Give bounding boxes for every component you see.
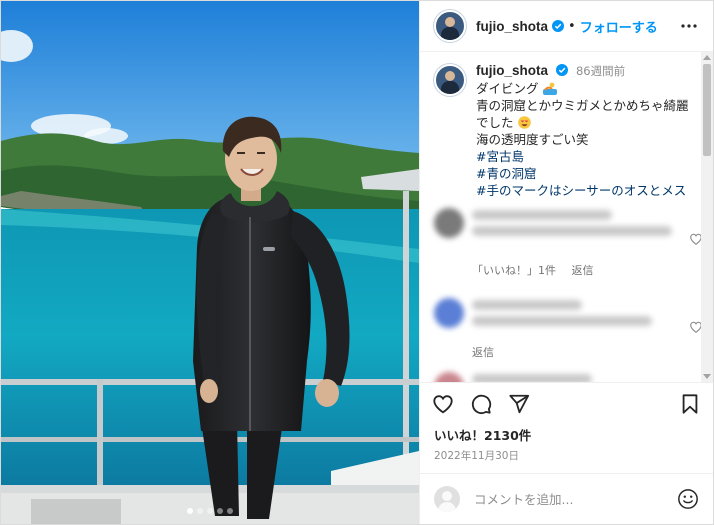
heart-icon[interactable] <box>432 393 454 415</box>
comment-meta: 「いいね！」1件 返信 <box>472 262 606 278</box>
comments-scrollbar[interactable] <box>701 52 713 382</box>
author-username[interactable]: fujio_shota <box>476 19 548 34</box>
like-count[interactable]: いいね！2130件 <box>420 425 713 444</box>
blurred-comment-text <box>472 210 612 220</box>
more-options-button[interactable] <box>679 16 699 36</box>
post-caption: fujio_shota 86週間前 ダイビング 青の洞窟とかウミガメとかめちゃ綺… <box>434 62 696 199</box>
photo-scene <box>1 1 419 524</box>
hashtag-link[interactable]: #青の洞窟 <box>476 165 689 182</box>
post-header: fujio_shota • フォローする <box>420 1 713 52</box>
scroll-down-arrow[interactable] <box>703 374 711 379</box>
current-user-avatar <box>434 486 460 512</box>
commenter-avatar[interactable] <box>434 372 464 382</box>
caption-line: でした <box>476 115 514 130</box>
verified-badge-icon <box>556 64 568 76</box>
comment-input[interactable] <box>472 490 677 508</box>
heart-eyes-emoji-icon <box>517 116 531 129</box>
hashtag-link[interactable]: #宮古島 <box>476 148 689 165</box>
separator-dot: • <box>568 18 576 34</box>
blurred-comment-text <box>472 316 652 326</box>
post-date: 2022年11月30日 <box>434 450 519 462</box>
carousel-dot <box>227 508 233 514</box>
caption-timestamp: 86週間前 <box>575 64 626 78</box>
blurred-comment-text <box>472 374 592 382</box>
verified-badge-icon <box>552 20 565 32</box>
follow-button[interactable]: フォローする <box>580 17 658 36</box>
comment-composer <box>420 473 713 524</box>
scrollbar-thumb[interactable] <box>703 64 711 156</box>
post-actions <box>420 383 713 425</box>
caption-line: 海の透明度すごい笑 <box>476 132 589 147</box>
scroll-up-arrow[interactable] <box>703 55 711 60</box>
carousel-dot <box>187 508 193 514</box>
comment-icon[interactable] <box>470 393 492 415</box>
carousel-dot <box>217 508 223 514</box>
more-horizontal-icon <box>681 24 697 28</box>
reply-button[interactable]: 返信 <box>572 264 594 277</box>
author-avatar[interactable] <box>434 10 466 42</box>
comments-list[interactable]: fujio_shota 86週間前 ダイビング 青の洞窟とかウミガメとかめちゃ綺… <box>420 52 713 383</box>
paper-plane-icon[interactable] <box>508 393 530 415</box>
hashtag-link[interactable]: #手のマークはシーサーのオスとメス <box>476 182 689 199</box>
caption-author-avatar[interactable] <box>434 64 466 96</box>
carousel-dot <box>207 508 213 514</box>
post-side-panel: fujio_shota • フォローする fujio_shota 86週間前 ダ… <box>419 1 713 524</box>
reply-button[interactable]: 返信 <box>472 346 494 359</box>
comment-meta: 返信 <box>472 344 506 360</box>
caption-username[interactable]: fujio_shota <box>476 63 548 78</box>
post-photo[interactable] <box>1 1 419 524</box>
smiley-icon[interactable] <box>677 488 699 510</box>
swimmer-emoji-icon <box>542 82 557 95</box>
comment-like-count[interactable]: 「いいね！」1件 <box>472 264 556 277</box>
carousel-dot <box>197 508 203 514</box>
blurred-comment-text <box>472 300 582 310</box>
caption-line: 青の洞窟とかウミガメとかめちゃ綺麗 <box>476 98 689 113</box>
blurred-comment-text <box>472 226 672 236</box>
commenter-avatar[interactable] <box>434 298 464 328</box>
carousel-indicator <box>1 508 419 514</box>
commenter-avatar[interactable] <box>434 208 464 238</box>
caption-line: ダイビング <box>476 81 539 96</box>
instagram-post: fujio_shota • フォローする fujio_shota 86週間前 ダ… <box>0 0 714 525</box>
bookmark-icon[interactable] <box>679 393 701 415</box>
